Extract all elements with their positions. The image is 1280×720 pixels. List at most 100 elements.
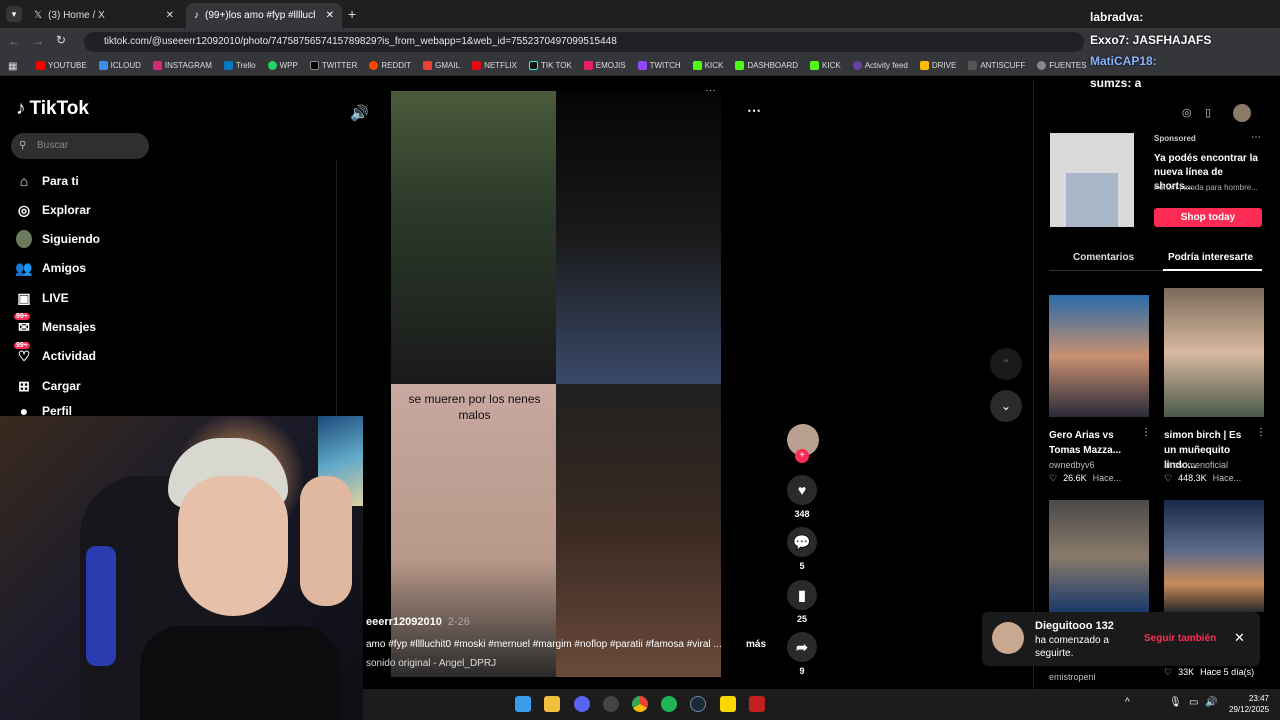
bookmark-emojis[interactable]: EMOJIS — [583, 61, 626, 70]
bookmark-kick-2[interactable]: KICK — [810, 61, 841, 70]
close-icon[interactable]: ✕ — [166, 10, 174, 21]
more-options-icon[interactable]: ⋯ — [747, 102, 761, 119]
like-button[interactable]: ♥ 348 — [787, 475, 817, 519]
network-icon[interactable]: ▭ — [1189, 697, 1198, 708]
post-date: 2-26 — [447, 616, 470, 628]
shop-today-button[interactable]: Shop today — [1154, 208, 1262, 227]
volume-tray-icon[interactable]: 🔊 — [1205, 697, 1217, 708]
bookmark-drive[interactable]: DRIVE — [919, 61, 956, 70]
bookmark-antiscuff[interactable]: ANTISCUFF — [968, 61, 1025, 70]
tab-podria-interesarte[interactable]: Podría interesarte — [1168, 252, 1253, 263]
steam-icon[interactable] — [690, 696, 706, 712]
compass-icon[interactable]: ◎ — [1182, 106, 1192, 119]
bookmark-dashboard[interactable]: DASHBOARD — [735, 61, 798, 70]
bookmark-wpp[interactable]: WPP — [267, 61, 298, 70]
photo-collage[interactable]: se mueren por los nenes malos ‹ — [391, 91, 721, 677]
tab-home-x[interactable]: 𝕏 (3) Home / X ✕ — [26, 3, 182, 28]
microphone-icon[interactable]: 🎙 — [1169, 697, 1182, 708]
forward-icon[interactable]: → — [32, 34, 44, 48]
caption-more-link[interactable]: más — [746, 639, 766, 650]
video-user-3[interactable]: emistropeni — [1049, 672, 1096, 682]
activity-badge: 99+ — [14, 342, 30, 349]
bookmark-twitch[interactable]: TWITCH — [637, 61, 681, 70]
video-user-2[interactable]: lilresumenoficial — [1164, 460, 1228, 470]
video-thumb-4[interactable] — [1164, 500, 1264, 612]
previous-video-button[interactable]: ⌃ — [990, 348, 1022, 380]
bookmark-fuentes[interactable]: FUENTES — [1037, 61, 1087, 70]
follow-notification-toast: Dieguitooo 132 ha comenzado a seguirte. … — [982, 612, 1260, 666]
close-icon[interactable]: ✕ — [1234, 630, 1245, 646]
search-input[interactable]: ⚲ Buscar — [11, 133, 149, 159]
tray-chevron-icon[interactable]: ^ — [1125, 697, 1130, 708]
bookmark-gmail[interactable]: GMAIL — [423, 61, 460, 70]
photo-top-right — [556, 91, 721, 384]
toast-name[interactable]: Dieguitooo 132 — [1035, 620, 1114, 632]
bookmark-kick[interactable]: KICK — [692, 61, 723, 70]
bookmark-twitter[interactable]: TWITTER — [309, 61, 357, 70]
video-thumb-3[interactable] — [1049, 500, 1149, 612]
heart-icon: ♡ — [1164, 473, 1173, 483]
tab-tiktok[interactable]: ♪ (99+)los amo #fyp #lllluchit0 # ✕ — [186, 3, 342, 28]
comment-button[interactable]: 💬 5 — [787, 527, 817, 571]
bookmark-netflix[interactable]: NETFLIX — [472, 61, 517, 70]
follow-plus-icon[interactable]: + — [795, 449, 809, 463]
sidebar-item-explorar[interactable]: ◎ Explorar — [16, 200, 91, 220]
bookmark-instagram[interactable]: INSTAGRAM — [152, 61, 212, 70]
user-avatar[interactable] — [1233, 104, 1251, 122]
back-icon[interactable]: ← — [8, 34, 20, 48]
bookmark-trello[interactable]: Trello — [223, 61, 256, 70]
file-explorer-icon[interactable] — [544, 696, 560, 712]
ad-image[interactable] — [1050, 133, 1134, 227]
bookmark-tiktok[interactable]: TIK TOK — [528, 61, 572, 70]
post-username[interactable]: eeerr12092010 — [366, 616, 442, 628]
chat-message: MatiCAP18: — [1090, 54, 1157, 68]
new-tab-button[interactable]: + — [348, 6, 356, 22]
share-button[interactable]: ➦ 9 — [787, 632, 817, 676]
bookmark-youtube[interactable]: YOUTUBE — [36, 61, 87, 70]
video-more-icon-2[interactable]: ⋮ — [1256, 427, 1266, 438]
search-icon: ⚲ — [19, 140, 27, 151]
sidebar-item-amigos[interactable]: 👥 Amigos — [15, 258, 86, 278]
apps-grid-icon[interactable]: ▦ — [8, 61, 17, 72]
sidebar-item-siguiendo[interactable]: Siguiendo — [16, 229, 100, 249]
volume-icon[interactable]: 🔊 — [350, 104, 369, 122]
windows-start-icon[interactable] — [515, 696, 531, 712]
sidebar-item-actividad[interactable]: ♡ 99+ Actividad — [14, 342, 96, 366]
tiktok-logo[interactable]: ♪ TikTok — [16, 98, 89, 120]
sidebar-item-para-ti[interactable]: ⌂ Para ti — [16, 171, 79, 191]
photo-bottom-right — [556, 384, 721, 677]
next-video-button[interactable]: ⌄ — [990, 390, 1022, 422]
url-input[interactable]: tiktok.com/@useeerr12092010/photo/747587… — [84, 32, 1084, 52]
sidebar-item-cargar[interactable]: ⊞ Cargar — [16, 376, 81, 396]
video-thumb-1[interactable] — [1049, 295, 1149, 417]
sidebar-item-mensajes[interactable]: ✉ 99+ Mensajes — [14, 313, 96, 337]
ad-more-icon[interactable]: ⋯ — [1251, 132, 1261, 143]
bookmark-reddit[interactable]: REDDIT — [369, 61, 411, 70]
obs-icon[interactable] — [603, 696, 619, 712]
spotify-icon[interactable] — [661, 696, 677, 712]
sticky-notes-icon[interactable] — [720, 696, 736, 712]
discord-icon[interactable] — [574, 696, 590, 712]
video-user-1[interactable]: ownedbyv6 — [1049, 460, 1095, 470]
tab-list-chevron-icon[interactable]: ▾ — [6, 6, 22, 22]
post-author[interactable]: eeerr12092010 2-26 — [366, 616, 470, 628]
chrome-icon[interactable] — [632, 696, 648, 712]
follow-back-button[interactable]: Seguir también — [1144, 633, 1216, 644]
app-icon[interactable] — [749, 696, 765, 712]
reload-icon[interactable]: ↻ — [56, 33, 66, 47]
taskbar-clock[interactable]: 23:47 29/12/2025 — [1229, 693, 1269, 715]
device-icon[interactable]: ▯ — [1205, 106, 1211, 119]
bookmark-icloud[interactable]: ICLOUD — [98, 61, 141, 70]
tab-comentarios[interactable]: Comentarios — [1073, 252, 1134, 263]
save-button[interactable]: ▮ 25 — [787, 580, 817, 624]
close-icon[interactable]: ✕ — [326, 10, 334, 21]
sidebar-item-perfil[interactable]: ● Perfil — [16, 405, 72, 416]
bookmark-activity-feed[interactable]: Activity feed — [852, 61, 908, 70]
video-thumb-2[interactable] — [1164, 288, 1264, 417]
video-title-1[interactable]: Gero Arias vs Tomas Mazza... — [1049, 428, 1135, 458]
post-sound[interactable]: sonido original - Angel_DPRJ — [366, 658, 496, 669]
sidebar-item-live[interactable]: ▣ LIVE — [16, 288, 68, 308]
video-more-icon-1[interactable]: ⋮ — [1141, 427, 1151, 438]
toast-avatar[interactable] — [992, 622, 1024, 654]
prev-photo-icon[interactable]: ‹ — [523, 591, 526, 602]
